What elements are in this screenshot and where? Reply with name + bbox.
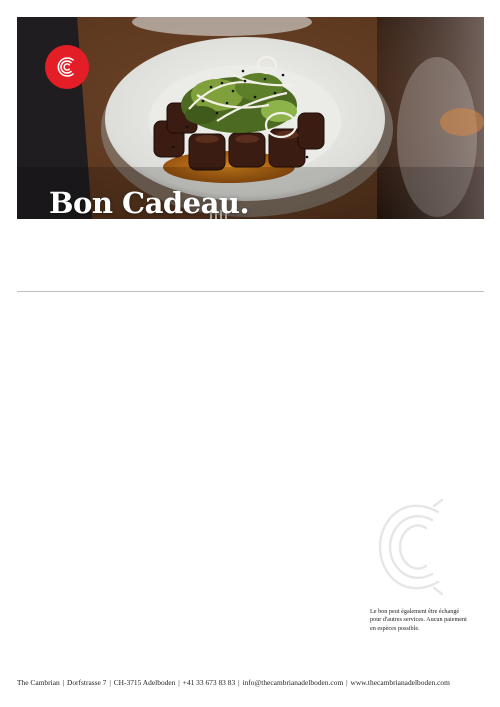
company-name: The Cambrian xyxy=(17,678,60,687)
website-link[interactable]: www.thecambrianadelboden.com xyxy=(350,678,449,687)
divider xyxy=(17,291,484,292)
note-line: pour d'autres services. Aucun paiement xyxy=(370,616,467,624)
cambrian-watermark-icon xyxy=(376,498,446,596)
email-link[interactable]: info@thecambrianadelboden.com xyxy=(242,678,343,687)
page-title: Bon Cadeau. xyxy=(49,186,250,219)
cambrian-c-logo-icon xyxy=(57,57,74,77)
note-line: Le bon peut également être échangé xyxy=(370,608,460,615)
phone-number[interactable]: +41 33 673 83 83 xyxy=(183,678,236,687)
footer-contact: The Cambrian | Dorfstrasse 7 | CH-3715 A… xyxy=(17,678,450,687)
street-address: Dorfstrasse 7 xyxy=(66,678,107,687)
voucher-note: Le bon peut également être échangé pour … xyxy=(370,608,482,633)
city-address: CH-3715 Adelboden xyxy=(113,678,176,687)
hero-photo: Bon Cadeau. xyxy=(17,17,484,219)
note-line: en espèces possible. xyxy=(370,624,420,632)
brand-logo xyxy=(45,45,89,89)
